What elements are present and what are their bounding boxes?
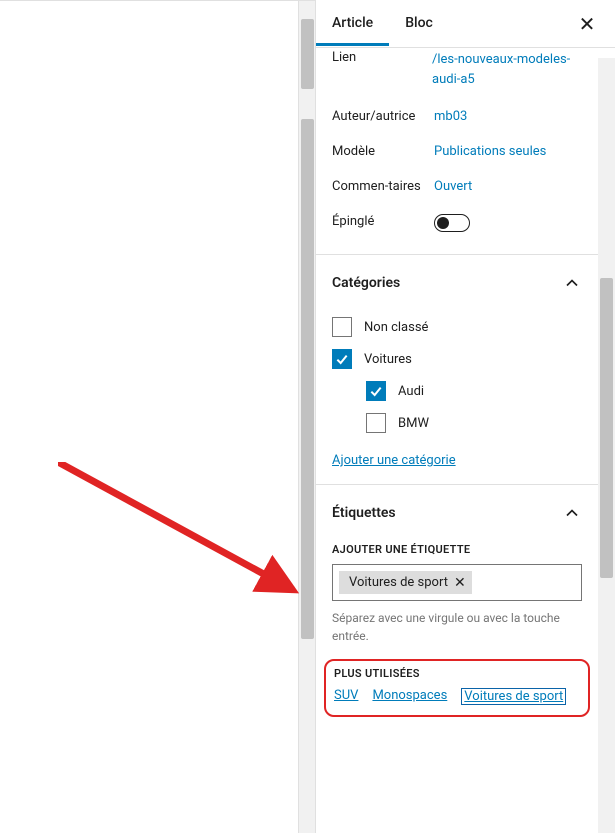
most-used-label: PLUS UTILISÉES	[334, 667, 580, 688]
close-sidebar-button[interactable]: ✕	[569, 6, 605, 42]
most-used-tag-link[interactable]: Monospaces	[372, 688, 447, 705]
meta-label: Lien	[332, 50, 432, 65]
tab-article[interactable]: Article	[316, 1, 389, 46]
canvas-scrollbar[interactable]	[298, 1, 315, 833]
category-checkbox[interactable]	[366, 381, 386, 401]
chevron-up-icon	[562, 503, 582, 523]
tag-chip-label: Voitures de sport	[349, 575, 448, 590]
settings-sidebar: Article Bloc ✕ Lien /les-nouveaux-modele…	[315, 0, 615, 833]
category-checkbox[interactable]	[366, 413, 386, 433]
section-header-categories[interactable]: Catégories	[332, 255, 582, 311]
category-row: Non classé	[332, 311, 582, 343]
category-label: BMW	[398, 416, 429, 431]
scrollbar-thumb[interactable]	[301, 119, 314, 639]
meta-label: Épinglé	[332, 214, 434, 229]
meta-value-link[interactable]: /les-nouveaux-modeles-audi-a5	[432, 50, 582, 89]
section-categories: Catégories Non classé Voitures Audi BMW Ajo…	[316, 254, 598, 484]
meta-row-sticky: Épinglé	[332, 204, 582, 254]
meta-label: Commen-taires	[332, 179, 434, 194]
meta-value-template[interactable]: Publications seules	[434, 144, 546, 159]
scrollbar-thumb[interactable]	[301, 19, 314, 89]
meta-row-comments: Commen-taires Ouvert	[332, 169, 582, 204]
meta-row-link: Lien /les-nouveaux-modeles-audi-a5	[332, 48, 582, 99]
category-row: Audi	[366, 375, 582, 407]
chevron-up-icon	[562, 273, 582, 293]
tab-bloc[interactable]: Bloc	[389, 1, 449, 46]
meta-label: Modèle	[332, 144, 434, 159]
remove-tag-icon[interactable]: ✕	[454, 576, 466, 590]
add-category-link[interactable]: Ajouter une catégorie	[332, 453, 456, 468]
category-label: Audi	[398, 384, 424, 399]
sidebar-scrollbar[interactable]	[598, 58, 615, 833]
section-title: Catégories	[332, 275, 400, 291]
tag-chip: Voitures de sport ✕	[339, 571, 472, 594]
editor-canvas	[0, 0, 315, 833]
section-tags: Étiquettes AJOUTER UNE ÉTIQUETTE Voiture…	[316, 484, 598, 717]
sticky-toggle[interactable]	[434, 214, 470, 232]
meta-row-author: Auteur/autrice mb03	[332, 99, 582, 134]
category-checkbox[interactable]	[332, 317, 352, 337]
toggle-knob	[437, 217, 449, 229]
meta-label: Auteur/autrice	[332, 109, 434, 124]
category-checkbox[interactable]	[332, 349, 352, 369]
scrollbar-thumb[interactable]	[600, 278, 613, 578]
most-used-tag-link[interactable]: SUV	[334, 688, 358, 705]
category-row: Voitures	[332, 343, 582, 375]
sidebar-tabs: Article Bloc ✕	[316, 0, 615, 48]
section-header-tags[interactable]: Étiquettes	[332, 485, 582, 541]
meta-value-comments[interactable]: Ouvert	[434, 179, 472, 194]
close-icon: ✕	[579, 12, 596, 36]
most-used-highlight: PLUS UTILISÉES SUV Monospaces Voitures de …	[324, 659, 590, 717]
category-label: Voitures	[364, 352, 412, 367]
most-used-tag-link[interactable]: Voitures de sport	[461, 688, 566, 705]
tag-hint: Séparez avec une virgule ou avec la touc…	[332, 601, 582, 659]
add-tag-label: AJOUTER UNE ÉTIQUETTE	[332, 541, 582, 564]
category-row: BMW	[366, 407, 582, 439]
meta-row-template: Modèle Publications seules	[332, 134, 582, 169]
category-label: Non classé	[364, 320, 428, 335]
tag-input[interactable]: Voitures de sport ✕	[332, 564, 582, 601]
meta-value-author[interactable]: mb03	[434, 109, 467, 124]
section-title: Étiquettes	[332, 505, 396, 521]
